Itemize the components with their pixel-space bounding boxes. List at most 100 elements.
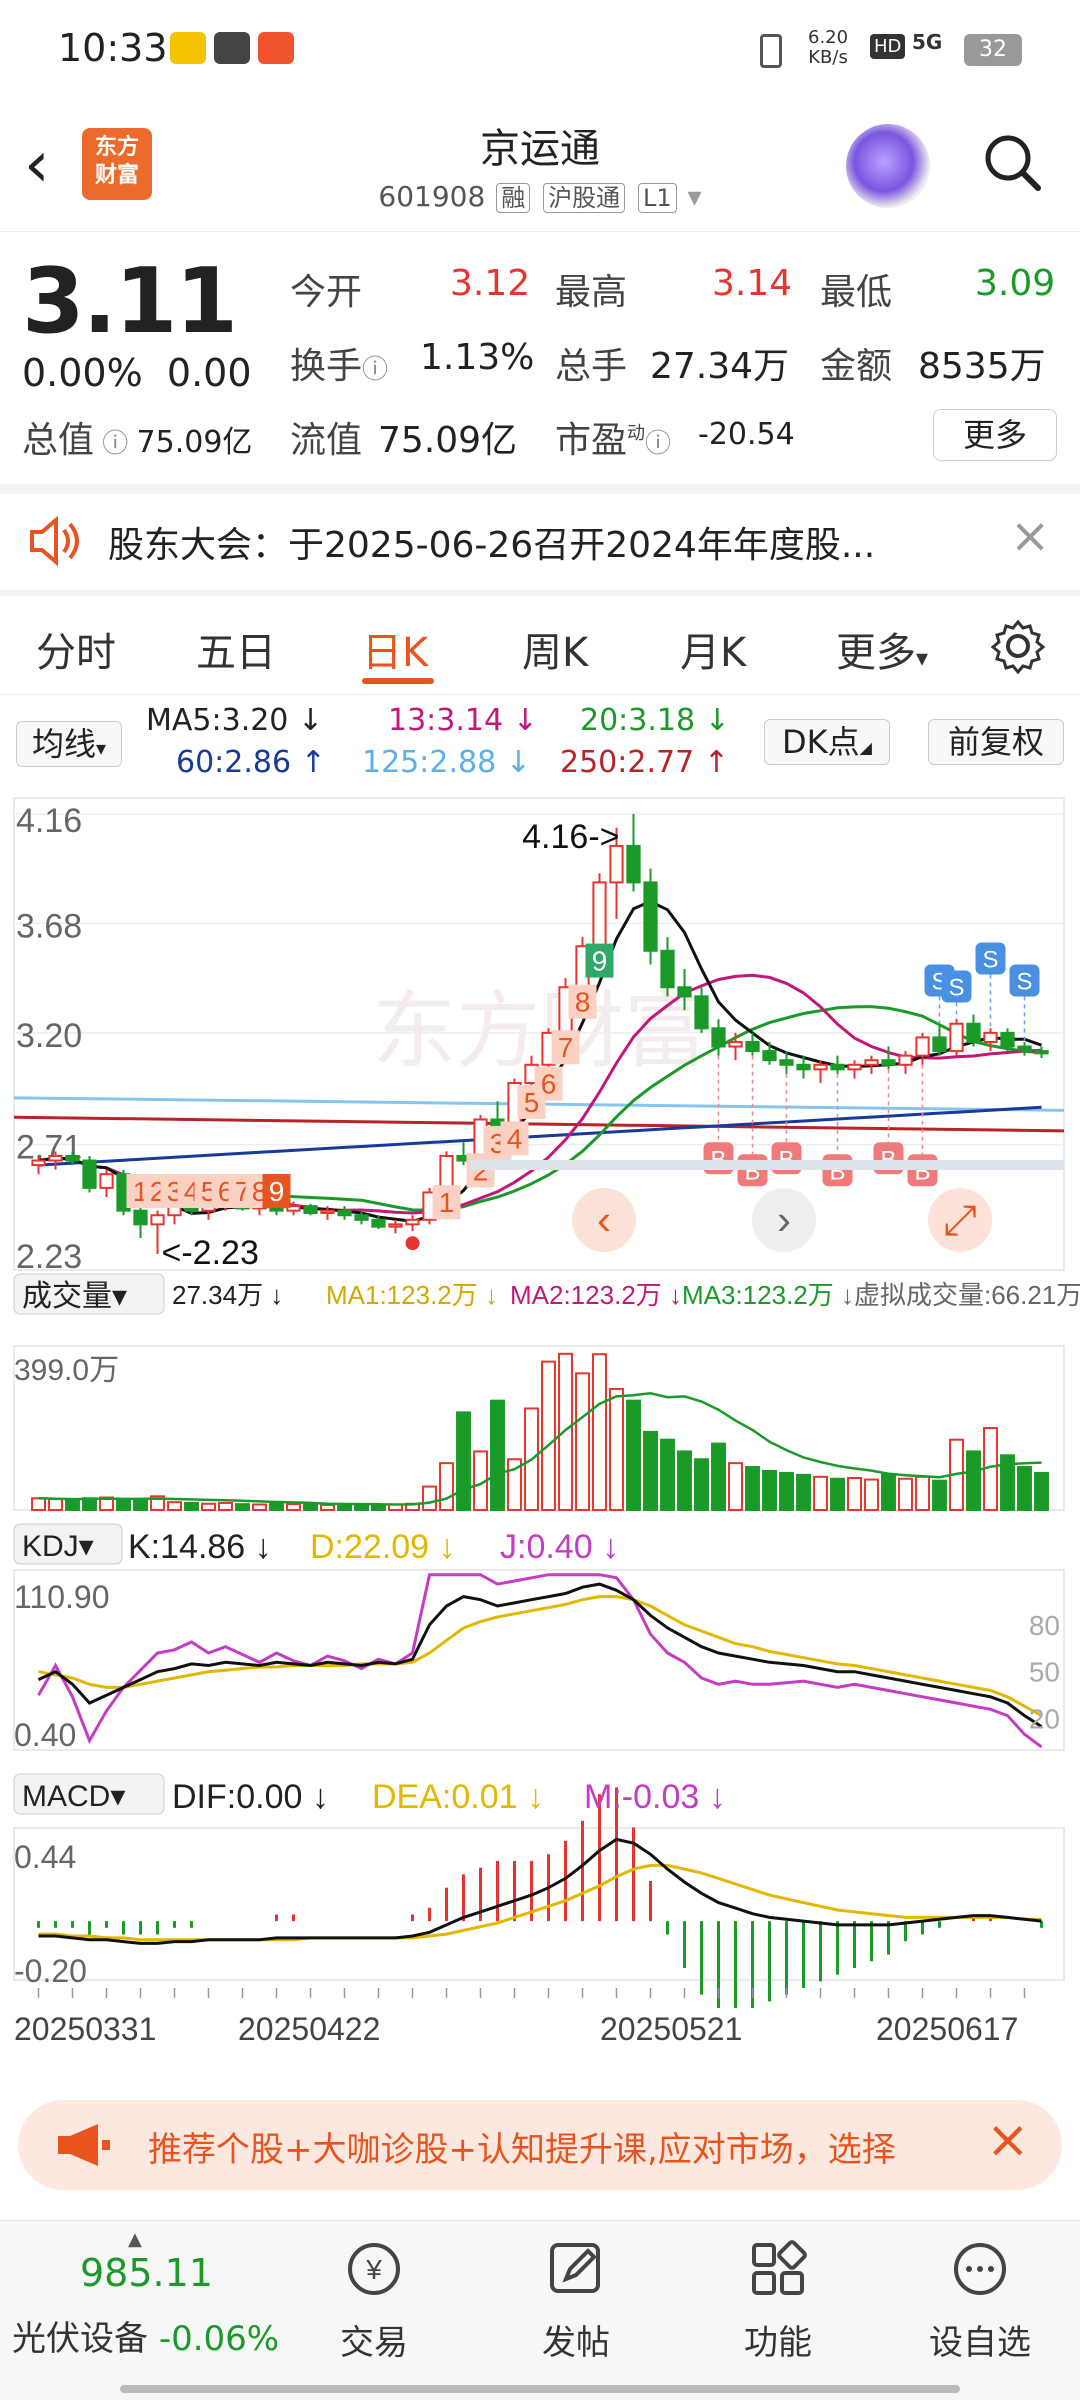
ma-selector[interactable]: 均线▾: [16, 721, 122, 767]
volume-bar: [541, 1360, 556, 1511]
candle-body: [915, 1036, 930, 1057]
assistant-avatar[interactable]: [846, 124, 930, 208]
tab-daily-k[interactable]: 日K: [362, 620, 428, 678]
volume-bar: [813, 1475, 828, 1511]
nav-post-label[interactable]: 发帖: [516, 2315, 636, 2364]
volume-value: 27.34万 ↓: [172, 1280, 283, 1310]
status-time: 10:33: [58, 26, 168, 70]
volume-bar: [133, 1498, 148, 1511]
trade-yen-icon[interactable]: ¥: [344, 2239, 404, 2299]
chevron-down-icon: ▾: [687, 180, 702, 213]
kdj-d-line: [38, 1595, 1043, 1717]
sector-name-row: 光伏设备 -0.06%: [12, 2311, 279, 2360]
sector-name: 光伏设备: [12, 2319, 148, 2359]
ma250-line: [13, 1115, 1065, 1133]
max-price-annotation: 4.16->: [522, 818, 619, 856]
period-tabs: 分时 五日 日K 周K 月K 更多▾: [0, 590, 1080, 690]
volume-bar: [218, 1501, 233, 1512]
nav-watchlist-label[interactable]: 设自选: [920, 2315, 1040, 2364]
nav-functions-label[interactable]: 功能: [718, 2315, 838, 2364]
candle-body: [830, 1063, 845, 1071]
float-label: 流值: [290, 420, 363, 461]
chevron-right-icon[interactable]: ›: [777, 1196, 791, 1243]
tab-intraday[interactable]: 分时: [36, 620, 116, 678]
candle-body: [864, 1059, 879, 1066]
candle-body: [99, 1173, 114, 1189]
promo-banner[interactable]: 推荐个股+大咖诊股+认知提升课,应对市场，选择 ×: [18, 2100, 1062, 2190]
candle-body: [711, 1027, 726, 1048]
tab-five-day[interactable]: 五日: [196, 620, 276, 678]
search-icon[interactable]: [980, 130, 1044, 194]
tab-weekly-k[interactable]: 周K: [522, 620, 588, 678]
macd-axis-min: -0.20: [14, 1953, 87, 1989]
mktcap-value: 75.09亿: [136, 425, 253, 460]
volume-ma2-value: MA2:123.2万 ↓: [510, 1280, 682, 1310]
post-edit-icon[interactable]: [546, 2239, 606, 2299]
macd-selector-label: MACD▾: [22, 1780, 125, 1813]
functions-grid-icon[interactable]: [748, 2239, 808, 2299]
pe-value: -20.54: [698, 417, 795, 452]
adjust-mode-button[interactable]: 前复权: [928, 719, 1064, 765]
speaker-icon: [30, 516, 79, 566]
dk-point-button[interactable]: DK点◢: [764, 719, 890, 765]
volume-ma1-value: MA1:123.2万 ↓: [326, 1280, 498, 1310]
home-indicator[interactable]: [120, 2385, 960, 2393]
candle-body: [405, 1218, 420, 1226]
kdj-d-value: D:22.09 ↓: [310, 1528, 456, 1566]
seq-marker-label: 1: [439, 1187, 455, 1218]
high-value: 3.14: [712, 263, 793, 304]
close-icon[interactable]: ×: [1010, 508, 1050, 564]
volume-bar: [660, 1438, 675, 1512]
date-axis-label: 20250422: [238, 2011, 380, 2047]
more-quote-button[interactable]: 更多: [933, 409, 1057, 461]
notice-text: 股东大会：于2025-06-26召开2024年年度股...: [108, 525, 876, 566]
low-value: 3.09: [975, 263, 1056, 304]
candle-body: [694, 995, 709, 1030]
banner-close-icon[interactable]: ×: [986, 2110, 1030, 2170]
candle-body: [31, 1159, 46, 1167]
volume-bar: [439, 1462, 454, 1512]
volume-bar: [847, 1476, 862, 1512]
battery-icon: 32: [964, 34, 1022, 66]
candle-body: [592, 881, 607, 948]
caret-down-icon: ▾: [95, 736, 107, 760]
candle-body: [966, 1022, 981, 1043]
volume-bar: [915, 1475, 930, 1511]
volume-bar: [184, 1501, 199, 1512]
tab-more[interactable]: 更多▾: [836, 620, 928, 678]
candle-body: [796, 1063, 811, 1071]
sell-signal-label: S: [982, 946, 998, 973]
connect-tag: 沪股通: [543, 183, 626, 213]
volume-bar: [558, 1352, 573, 1511]
watchlist-more-icon[interactable]: [950, 2239, 1010, 2299]
candle-body: [762, 1050, 777, 1062]
candle-body: [337, 1209, 352, 1217]
vibrate-icon: [760, 34, 782, 68]
scroll-range-bar: [470, 1160, 1064, 1170]
sector-index-widget[interactable]: ▲ 985.11 光伏设备 -0.06%: [0, 2221, 290, 2401]
volume-bar: [779, 1471, 794, 1512]
kdj-j-value: J:0.40 ↓: [500, 1528, 619, 1566]
settings-gear-icon[interactable]: [990, 618, 1046, 674]
chevron-left-icon[interactable]: ‹: [597, 1196, 611, 1243]
volume-bar: [490, 1399, 505, 1512]
notice-bar[interactable]: 股东大会：于2025-06-26召开2024年年度股... ×: [0, 484, 1080, 584]
volume-bar: [881, 1473, 896, 1511]
volume-axis-max: 399.0万: [14, 1354, 119, 1387]
kline-chart-area[interactable]: 东方财富4.163.683.202.712.234.16-><-2.23123 4…: [0, 790, 1080, 2080]
ma20-value: 20:3.18 ↓: [580, 703, 730, 738]
change-value: 0.00: [166, 351, 252, 395]
caret-up-icon: ▲: [128, 2229, 142, 2250]
kdj-level-label: 50: [1029, 1657, 1060, 1688]
tab-monthly-k[interactable]: 月K: [680, 620, 746, 678]
volume-bar: [609, 1387, 624, 1512]
volume-bar: [269, 1502, 284, 1511]
kdj-selector-label: KDJ▾: [22, 1530, 94, 1563]
volume-bar: [694, 1458, 709, 1512]
amount-label: 金额: [820, 346, 893, 387]
nav-trade-label[interactable]: 交易: [314, 2315, 434, 2364]
turnover-value: 1.13%: [420, 337, 535, 378]
fullscreen-icon[interactable]: ⤢: [943, 1196, 977, 1243]
volume-bar: [48, 1498, 63, 1511]
seq-marker-label: 2: [473, 1155, 489, 1186]
